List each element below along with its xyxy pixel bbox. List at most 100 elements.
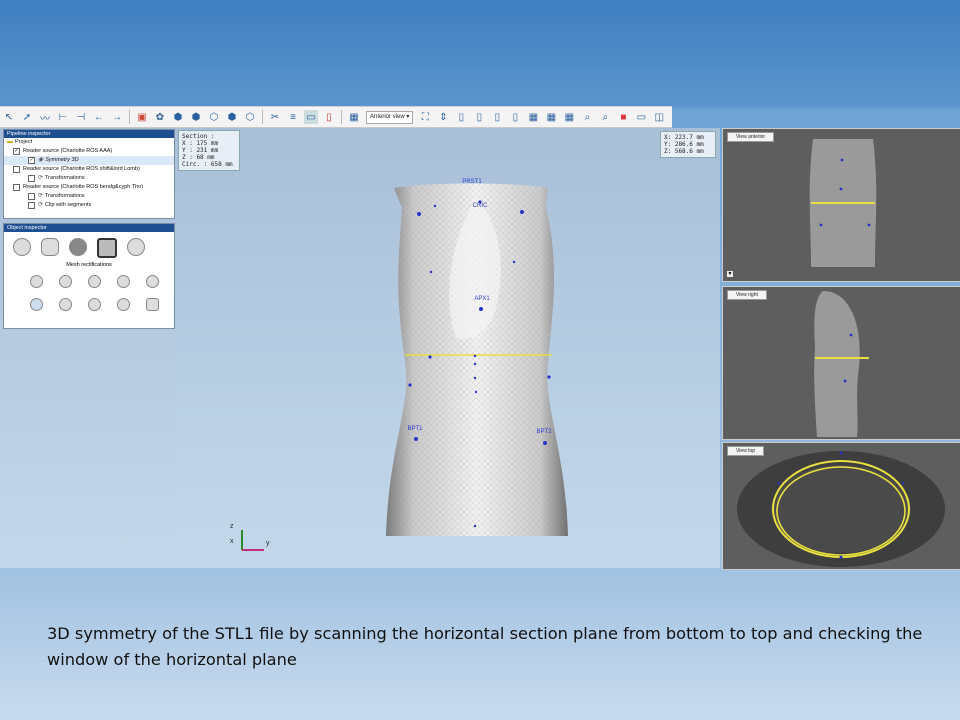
right-view-panel[interactable]: View right [722, 286, 960, 440]
coord-x: X: 223.7 mm [664, 134, 704, 141]
view-select[interactable]: Anterior view ▾ [366, 110, 414, 124]
tree-item-label: Reader source (Charlotte ROS shift&lord … [23, 166, 140, 172]
checkbox[interactable] [28, 202, 35, 209]
tool-tab-2-icon[interactable] [41, 238, 59, 256]
split-icon[interactable]: ◫ [652, 110, 666, 124]
curve-icon[interactable]: 〰 [38, 110, 52, 125]
mesh-tool-icon[interactable] [146, 298, 159, 311]
search2-icon[interactable]: ⌕ [598, 110, 612, 124]
section-info-box: Section : X : 175 mm Y : 231 mm Z : 68 m… [178, 130, 240, 171]
tool-d-icon[interactable]: ▯ [508, 110, 522, 124]
checkbox[interactable] [28, 193, 35, 200]
toolbar-divider [262, 110, 263, 124]
slide-caption: 3D symmetry of the STL1 file by scanning… [47, 624, 923, 669]
checkbox[interactable] [13, 184, 20, 191]
window-icon[interactable]: ▭ [634, 110, 648, 124]
landmark-apx: APX1 [474, 296, 490, 302]
mesh-tool-icon[interactable] [30, 298, 43, 311]
tree-item-project[interactable]: ▬ Project [4, 138, 174, 147]
mesh-tool-icon[interactable] [146, 275, 159, 288]
mesh-tool-icon[interactable] [117, 298, 130, 311]
grid-icon[interactable]: ▦ [526, 110, 540, 124]
checkbox[interactable] [13, 166, 20, 173]
align-icon[interactable]: ≡ [286, 110, 300, 124]
folder-icon: ▬ [7, 139, 13, 145]
toolbar-divider [129, 110, 130, 124]
section-x: X : 175 mm [182, 140, 219, 147]
measure2-icon[interactable]: ⊣ [74, 110, 88, 124]
cube3-icon[interactable]: ⬡ [207, 110, 221, 124]
section-title: Section : [182, 133, 215, 140]
select-icon[interactable]: ↖ [2, 110, 16, 124]
tree-item-transformations[interactable]: ⟳ Transformations [4, 174, 174, 183]
cube2-icon[interactable]: ⬢ [189, 110, 203, 124]
search-icon[interactable]: ⌕ [580, 110, 594, 124]
mesh-tool-icon[interactable] [30, 275, 43, 288]
tool-tab-3-icon[interactable] [69, 238, 87, 256]
redo-icon[interactable]: → [110, 110, 124, 124]
fit-icon[interactable]: ⛶ [418, 110, 432, 124]
mesh-tools-row-2 [4, 298, 174, 311]
probe-icon[interactable]: ▯ [322, 110, 336, 124]
measure-icon[interactable]: ⊢ [56, 110, 70, 124]
tree-item-clip[interactable]: ⟳ Clip with segments [4, 201, 174, 210]
tree-item-symmetry[interactable]: ✓ ◉ Symmetry 3D [4, 156, 174, 165]
cube4-icon[interactable]: ⬢ [225, 110, 239, 124]
tree-item-reader-1[interactable]: ✓ Reader source (Charlotte ROS AAA) [4, 147, 174, 156]
color-icon[interactable]: ■ [616, 110, 630, 124]
tree-item-label: Symmetry 3D [45, 157, 79, 163]
undo-icon[interactable]: ← [92, 110, 106, 124]
plane-icon[interactable]: ▭ [304, 110, 318, 124]
tool-b-icon[interactable]: ▯ [472, 110, 486, 124]
tree-item-reader-3[interactable]: Reader source (Charlotte ROS bendg&cyph … [4, 183, 174, 192]
checkbox[interactable] [28, 175, 35, 182]
top-view-panel[interactable]: View top [722, 442, 960, 570]
landmark-bpt2: BPT2 [536, 429, 552, 435]
layer-icon[interactable]: ▣ [135, 110, 149, 124]
tree-item-label: Transformations [45, 193, 85, 199]
render-icon[interactable]: ✿ [153, 110, 167, 124]
transform-icon: ⟳ [38, 175, 44, 181]
cube5-icon[interactable]: ⬡ [243, 110, 257, 124]
symmetry-icon: ◉ [38, 157, 44, 163]
grid3-icon[interactable]: ▦ [562, 110, 576, 124]
tree-item-label: Reader source (Charlotte ROS bendg&cyph … [23, 184, 144, 190]
main-3d-viewport[interactable]: PRST1 CRIC APX1 BPT1 BPT2 z x y [176, 128, 720, 568]
tree-item-reader-2[interactable]: Reader source (Charlotte ROS shift&lord … [4, 165, 174, 174]
tree-item-transformations[interactable]: ⟳ Transformations [4, 192, 174, 201]
mesh-tool-icon[interactable] [59, 275, 72, 288]
tree-item-label: Project [15, 139, 33, 145]
grid2-icon[interactable]: ▦ [544, 110, 558, 124]
view-anterior-button[interactable]: View anterior [727, 132, 775, 142]
landmark-bpt1: BPT1 [407, 426, 423, 432]
pointer-icon[interactable]: ➚ [20, 110, 34, 124]
tool-c-icon[interactable]: ▯ [490, 110, 504, 124]
cube1-icon[interactable]: ⬢ [171, 110, 185, 124]
mesh-tool-icon[interactable] [88, 298, 101, 311]
tool-tab-5-icon[interactable] [127, 238, 145, 256]
cut-icon[interactable]: ✂ [268, 110, 282, 124]
mesh-tool-icon[interactable] [117, 275, 130, 288]
object-inspector-title: Object inspector [4, 224, 174, 232]
view-right-button[interactable]: View right [727, 290, 767, 300]
tool-a-icon[interactable]: ▯ [454, 110, 468, 124]
transform-icon: ⟳ [38, 193, 44, 199]
tool-tab-4-icon[interactable] [97, 238, 117, 258]
coord-y: Y: 286.6 mm [664, 141, 704, 148]
main-toolbar: ↖ ➚ 〰 ⊢ ⊣ ← → ▣ ✿ ⬢ ⬢ ⬡ ⬢ ⬡ ✂ ≡ ▭ ▯ ▦ An… [0, 106, 672, 128]
mesh-tool-icon[interactable] [59, 298, 72, 311]
tool-tab-1-icon[interactable] [13, 238, 31, 256]
toolbar-divider [341, 110, 342, 124]
checkbox[interactable]: ✓ [28, 157, 35, 164]
landmark-cric: CRIC [473, 203, 488, 209]
zoom-icon[interactable]: ⇕ [436, 110, 450, 124]
pipeline-inspector: Pipeline inspector ▬ Project ✓ Reader sour… [3, 129, 175, 219]
expand-icon[interactable]: ▼ [727, 271, 733, 277]
view-top-button[interactable]: View top [727, 446, 765, 456]
right-view-render [814, 291, 869, 437]
checkbox[interactable]: ✓ [13, 148, 20, 155]
anterior-view-panel[interactable]: View anterior ▼ [722, 128, 960, 282]
camera-icon[interactable]: ▦ [347, 110, 361, 124]
axis-x-label: x [230, 538, 234, 545]
mesh-tool-icon[interactable] [88, 275, 101, 288]
